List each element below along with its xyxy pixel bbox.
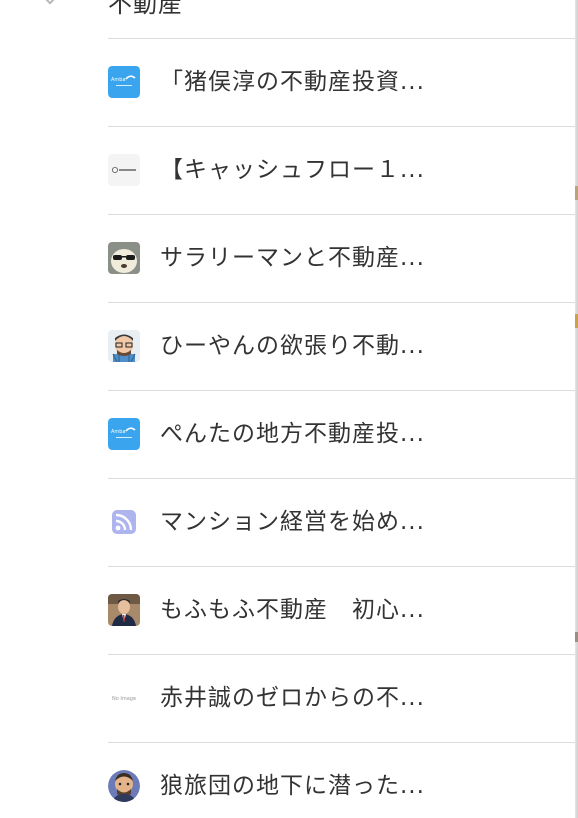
blog-logo-icon: Amba: [108, 66, 140, 98]
feed-title: もふもふ不動産 初心...: [160, 597, 425, 623]
feed-item[interactable]: Amba ぺんたの地方不動産投...: [108, 390, 575, 478]
chevron-down-icon[interactable]: [41, 0, 59, 5]
feed-item[interactable]: Amba 「猪俣淳の不動産投資...: [108, 38, 575, 126]
feed-item[interactable]: 狼旅団の地下に潜った...: [108, 742, 575, 818]
folder-title: 不動産: [108, 0, 183, 18]
feed-title: マンション経営を始め...: [160, 509, 425, 535]
no-image-icon: No Image: [108, 682, 140, 714]
man-suit-avatar-icon: [108, 594, 140, 626]
feed-title: 「猪俣淳の不動産投資...: [160, 69, 425, 95]
site-logo-icon: [108, 154, 140, 186]
feed-item[interactable]: サラリーマンと不動産...: [108, 214, 575, 302]
feed-folder-panel: 不動産 Amba 「猪俣淳の不動産投資... 【キャッシュフロー１... サラリ…: [0, 0, 578, 818]
folder-header[interactable]: 不動産: [0, 0, 578, 18]
blog-logo-icon: Amba: [108, 418, 140, 450]
feed-item[interactable]: No Image 赤井誠のゼロからの不...: [108, 654, 575, 742]
feed-title: 【キャッシュフロー１...: [160, 157, 425, 183]
feed-title: 狼旅団の地下に潜った...: [160, 773, 425, 799]
cartoon-glasses-avatar-icon: [108, 330, 140, 362]
feed-title: ぺんたの地方不動産投...: [160, 421, 425, 447]
feed-title: ひーやんの欲張り不動...: [160, 333, 425, 359]
feed-item[interactable]: ひーやんの欲張り不動...: [108, 302, 575, 390]
svg-text:Amba: Amba: [111, 77, 126, 83]
feed-title: 赤井誠のゼロからの不...: [160, 685, 425, 711]
no-image-text: No Image: [112, 696, 136, 702]
feed-item[interactable]: 【キャッシュフロー１...: [108, 126, 575, 214]
feed-title: サラリーマンと不動産...: [160, 245, 425, 271]
feed-item[interactable]: もふもふ不動産 初心...: [108, 566, 575, 654]
rss-icon: [108, 506, 140, 538]
svg-text:Amba: Amba: [111, 429, 126, 435]
feed-item[interactable]: マンション経営を始め...: [108, 478, 575, 566]
cartoon-man-avatar-icon: [108, 770, 140, 802]
dog-sunglasses-avatar-icon: [108, 242, 140, 274]
